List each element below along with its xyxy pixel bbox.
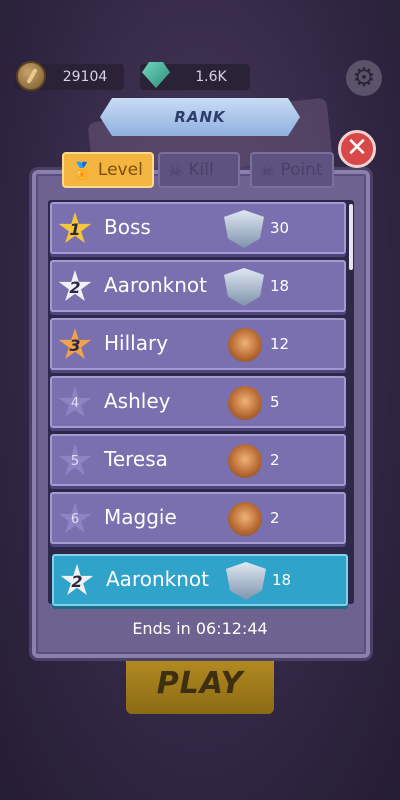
skull-icon: ☠	[168, 160, 183, 180]
player-name: Boss	[104, 215, 151, 239]
silver-shield-icon	[226, 562, 266, 600]
gem-icon	[142, 62, 170, 88]
tab-kill-label: Kill	[188, 160, 214, 180]
ranking-row-6: 6 Maggie 2	[50, 492, 346, 544]
player-level: 18	[272, 571, 292, 589]
list-scrollbar[interactable]	[349, 204, 353, 270]
player-level: 2	[270, 509, 280, 527]
ranking-row-4: 4 Ashley 5	[50, 376, 346, 428]
player-level: 12	[270, 335, 290, 353]
silver-shield-icon	[224, 268, 264, 306]
rank-star-icon: 5	[58, 444, 92, 475]
player-level: 30	[270, 219, 290, 237]
rank-star-icon: 4	[58, 386, 92, 417]
tab-point[interactable]: ☠ Point	[250, 152, 334, 188]
close-icon[interactable]: ✕	[338, 130, 376, 168]
rank-star-icon: 1	[58, 212, 92, 243]
rank-star-icon: 2	[58, 270, 92, 301]
bronze-medal-icon	[228, 444, 262, 478]
rank-star-icon: 2	[60, 564, 94, 595]
player-level: 5	[270, 393, 280, 411]
coin-icon	[16, 61, 46, 91]
skull-icon: ☠	[260, 160, 275, 180]
rank-star-icon: 3	[58, 328, 92, 359]
player-level: 18	[270, 277, 290, 295]
countdown-text: Ends in 06:12:44	[132, 619, 268, 638]
bronze-medal-icon	[228, 328, 262, 362]
bronze-medal-icon	[228, 502, 262, 536]
bronze-medal-icon	[228, 386, 262, 420]
ranking-row-1: 1 Boss 30	[50, 202, 346, 254]
own-ranking-row: 2 Aaronknot 18	[52, 554, 348, 606]
gem-counter: 1.6K	[140, 62, 250, 90]
silver-shield-icon	[224, 210, 264, 248]
player-level: 2	[270, 451, 280, 469]
rank-star-icon: 6	[58, 502, 92, 533]
coin-amount: 29104	[62, 69, 108, 85]
gear-icon[interactable]: ⚙	[346, 60, 382, 96]
player-name: Teresa	[104, 447, 168, 471]
play-button[interactable]: PLAY	[126, 652, 274, 714]
ranking-row-2: 2 Aaronknot 18	[50, 260, 346, 312]
tab-level[interactable]: 🏅 Level	[62, 152, 154, 188]
player-name: Aaronknot	[106, 567, 209, 591]
player-name: Hillary	[104, 331, 169, 355]
ranking-list[interactable]: 1 Boss 30 2 Aaronknot 18 3 Hillary 12 4 …	[50, 202, 350, 608]
gem-amount: 1.6K	[195, 69, 227, 85]
currency-bar: 29104 1.6K ⚙	[14, 58, 386, 96]
player-name: Aaronknot	[104, 273, 207, 297]
player-name: Maggie	[104, 505, 177, 529]
tab-kill[interactable]: ☠ Kill	[158, 152, 240, 188]
rank-title-banner: RANK	[100, 98, 300, 136]
player-name: Ashley	[104, 389, 171, 413]
medal-icon: 🏅	[72, 160, 92, 180]
tab-point-label: Point	[280, 160, 323, 180]
tab-level-label: Level	[97, 160, 143, 180]
ranking-row-5: 5 Teresa 2	[50, 434, 346, 486]
coin-counter: 29104	[14, 61, 124, 91]
ranking-row-3: 3 Hillary 12	[50, 318, 346, 370]
